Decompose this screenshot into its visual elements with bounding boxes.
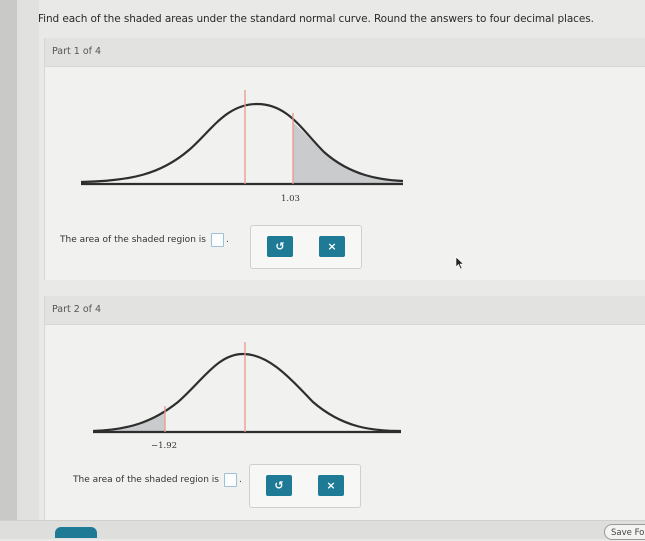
answer-prompt-2: The area of the shaded region is . xyxy=(73,473,242,487)
left-margin xyxy=(17,0,39,538)
prompt-period: . xyxy=(238,475,242,485)
close-icon: × xyxy=(327,240,337,253)
clear-button[interactable]: × xyxy=(319,236,345,257)
instructions-text: Find each of the shaded areas under the … xyxy=(38,13,594,25)
undo-icon: ↺ xyxy=(275,240,285,253)
part-2-header: Part 2 of 4 xyxy=(45,296,645,325)
normal-curve-left-tail: −1.92 xyxy=(93,342,402,451)
tool-panel-1: ↺ × xyxy=(250,225,362,269)
part-1-header: Part 1 of 4 xyxy=(45,38,645,67)
left-edge-strip xyxy=(0,0,17,538)
answer-prompt-1: The area of the shaded region is . xyxy=(60,233,229,247)
tool-panel-2: ↺ × xyxy=(249,464,361,508)
z-label: 1.03 xyxy=(281,194,300,204)
z-label: −1.92 xyxy=(151,441,177,451)
undo-button[interactable]: ↺ xyxy=(267,236,293,257)
shaded-right-tail xyxy=(293,122,403,184)
part-1-panel: Part 1 of 4 1.03 The area of the shaded … xyxy=(44,38,645,280)
undo-icon: ↺ xyxy=(274,479,284,492)
shaded-left-tail xyxy=(93,412,165,432)
answer-input-2[interactable] xyxy=(223,473,237,487)
prompt-period: . xyxy=(225,235,229,245)
bell-curve xyxy=(81,102,404,184)
answer-input-1[interactable] xyxy=(210,233,224,247)
bell-curve xyxy=(93,352,402,433)
prompt-text: The area of the shaded region is xyxy=(60,235,206,245)
close-icon: × xyxy=(326,479,336,492)
prompt-text: The area of the shaded region is xyxy=(73,475,219,485)
undo-button[interactable]: ↺ xyxy=(266,475,292,496)
mouse-cursor-icon xyxy=(455,256,465,270)
clear-button[interactable]: × xyxy=(318,475,344,496)
part-2-panel: Part 2 of 4 −1.92 The area of the shaded… xyxy=(44,296,645,520)
normal-curve-right-tail: 1.03 xyxy=(81,90,404,204)
check-button[interactable] xyxy=(55,527,97,538)
